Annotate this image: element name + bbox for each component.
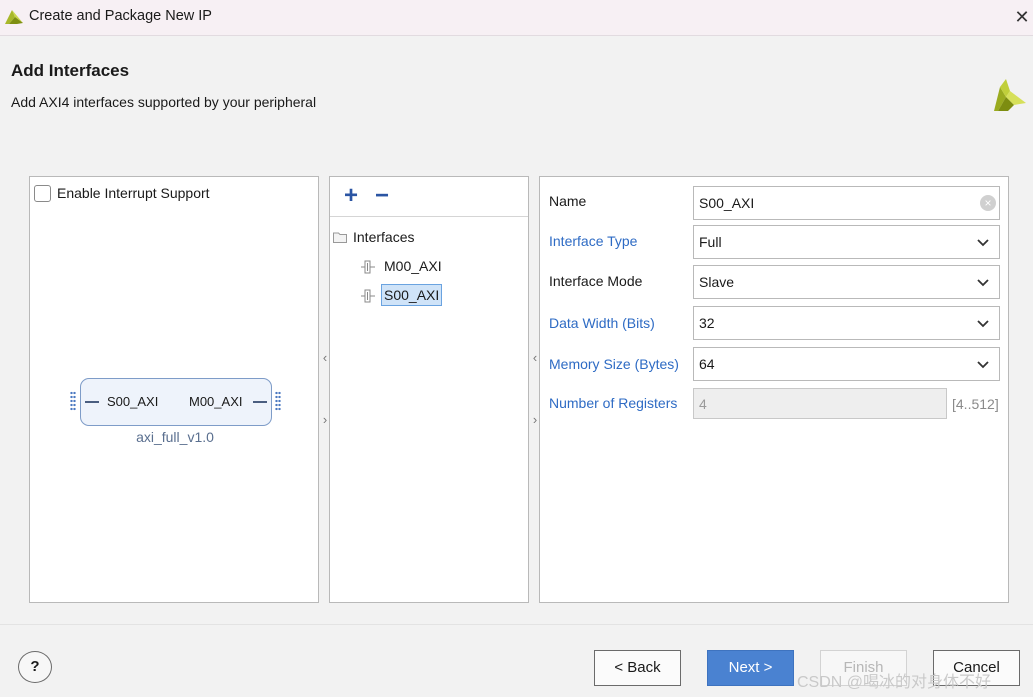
right-port-line <box>253 401 267 403</box>
registers-range-hint: [4..512] <box>952 396 999 412</box>
tree-item-s00-axi[interactable]: S00_AXI <box>358 283 518 309</box>
data-width-label[interactable]: Data Width (Bits) <box>549 315 655 331</box>
interface-mode-select[interactable]: Slave <box>693 265 1000 299</box>
vivado-logo-icon <box>5 10 23 24</box>
left-port-label: S00_AXI <box>107 394 159 409</box>
interface-mode-label: Interface Mode <box>549 273 643 289</box>
footer-divider <box>0 624 1033 625</box>
data-width-select[interactable]: 32 <box>693 306 1000 340</box>
number-of-registers-label[interactable]: Number of Registers <box>549 395 677 411</box>
bus-interface-icon <box>361 260 375 274</box>
xilinx-logo-icon <box>994 79 1026 111</box>
interface-properties-panel: Name S00_AXI × Interface Type Full Inter… <box>539 176 1009 603</box>
tree-item-m00-axi[interactable]: M00_AXI <box>358 254 518 280</box>
left-port-connector-icon <box>70 391 76 411</box>
title-bar: Create and Package New IP ✕ <box>0 0 1033 36</box>
name-value: S00_AXI <box>699 195 755 211</box>
page-header: Add Interfaces Add AXI4 interfaces suppo… <box>0 37 1033 155</box>
page-subtitle: Add AXI4 interfaces supported by your pe… <box>11 94 317 110</box>
right-port-label: M00_AXI <box>189 394 243 409</box>
number-of-registers-value: 4 <box>699 396 707 412</box>
back-button[interactable]: < Back <box>594 650 681 686</box>
tree-item-label-selected: S00_AXI <box>381 284 443 306</box>
left-port-line <box>85 401 99 403</box>
window-title: Create and Package New IP <box>29 8 212 24</box>
chevron-down-icon <box>977 320 989 328</box>
ip-preview-panel: Enable Interrupt Support S00_AXI M00_AXI… <box>29 176 319 603</box>
enable-interrupt-label: Enable Interrupt Support <box>57 185 210 201</box>
interface-type-select[interactable]: Full <box>693 225 1000 259</box>
tree-item-label: M00_AXI <box>384 258 442 274</box>
toolbar-divider <box>330 216 528 217</box>
tree-root-interfaces[interactable]: Interfaces <box>353 229 414 245</box>
memory-size-select[interactable]: 64 <box>693 347 1000 381</box>
interface-type-label[interactable]: Interface Type <box>549 233 637 249</box>
add-interface-button[interactable]: + <box>342 183 360 209</box>
remove-interface-button[interactable]: − <box>373 183 391 209</box>
page-title: Add Interfaces <box>11 61 130 80</box>
interface-mode-value: Slave <box>699 274 735 290</box>
watermark: CSDN @喝冰的对身体不好 <box>797 674 992 691</box>
ip-block[interactable]: S00_AXI M00_AXI <box>80 378 272 426</box>
interface-type-value: Full <box>699 234 722 250</box>
memory-size-label[interactable]: Memory Size (Bytes) <box>549 356 679 372</box>
data-width-value: 32 <box>699 315 715 331</box>
interfaces-panel: + − Interfaces M00_AXI S00_AXI <box>329 176 529 603</box>
close-icon[interactable]: ✕ <box>1012 6 1032 28</box>
help-button[interactable]: ? <box>18 651 52 683</box>
number-of-registers-field: 4 <box>693 388 947 419</box>
clear-icon[interactable]: × <box>980 195 996 211</box>
folder-icon <box>333 232 347 243</box>
memory-size-value: 64 <box>699 356 715 372</box>
ip-block-name: axi_full_v1.0 <box>136 429 214 445</box>
chevron-down-icon <box>977 239 989 247</box>
chevron-down-icon <box>977 279 989 287</box>
name-field[interactable]: S00_AXI × <box>693 186 1000 220</box>
enable-interrupt-checkbox[interactable] <box>34 185 51 202</box>
next-button[interactable]: Next > <box>707 650 794 686</box>
right-port-connector-icon <box>275 391 281 411</box>
chevron-down-icon <box>977 361 989 369</box>
name-label: Name <box>549 193 587 209</box>
bus-interface-icon <box>361 289 375 303</box>
